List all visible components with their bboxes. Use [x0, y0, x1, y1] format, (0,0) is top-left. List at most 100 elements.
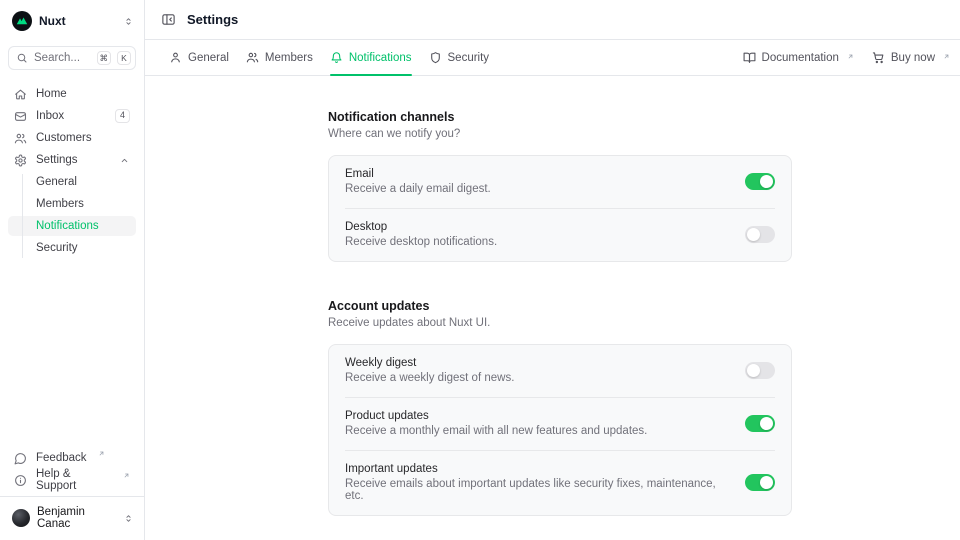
- sidebar-item-label: Home: [36, 88, 67, 100]
- setting-description: Receive a monthly email with all new fea…: [345, 425, 647, 437]
- search-icon: [16, 52, 28, 64]
- desktop-toggle[interactable]: [745, 226, 775, 243]
- section-description: Receive updates about Nuxt UI.: [328, 317, 792, 329]
- book-open-icon: [743, 51, 756, 64]
- shield-icon: [429, 51, 442, 64]
- tab-members[interactable]: Members: [246, 40, 313, 75]
- gear-icon: [14, 154, 27, 167]
- kbd-k: K: [117, 51, 131, 65]
- setting-label: Email: [345, 168, 491, 180]
- tab-general[interactable]: General: [169, 40, 229, 75]
- tab-label: General: [188, 52, 229, 64]
- sidebar-item-label: Inbox: [36, 110, 64, 122]
- notification-channels-section: Notification channels Where can we notif…: [328, 110, 792, 262]
- setting-text: Weekly digest Receive a weekly digest of…: [345, 357, 514, 384]
- workspace-name: Nuxt: [39, 14, 66, 28]
- external-link-icon: [98, 450, 105, 457]
- user-icon: [169, 51, 182, 64]
- sidebar-item-settings[interactable]: Settings: [8, 150, 136, 170]
- external-link-icon: [943, 53, 950, 60]
- settings-card: Weekly digest Receive a weekly digest of…: [328, 344, 792, 516]
- tab-notifications[interactable]: Notifications: [330, 40, 412, 75]
- settings-submenu: General Members Notifications Security: [8, 172, 136, 260]
- nuxt-logo-icon: [12, 11, 32, 31]
- account-updates-section: Account updates Receive updates about Nu…: [328, 299, 792, 516]
- weekly-digest-toggle[interactable]: [745, 362, 775, 379]
- tab-label: Security: [448, 52, 490, 64]
- setting-description: Receive a weekly digest of news.: [345, 372, 514, 384]
- chat-bubble-icon: [14, 452, 27, 465]
- settings-card: Email Receive a daily email digest. Desk…: [328, 155, 792, 262]
- setting-label: Product updates: [345, 410, 647, 422]
- buy-now-link[interactable]: Buy now: [872, 51, 950, 64]
- action-label: Documentation: [762, 52, 839, 64]
- sub-item-label: Security: [36, 242, 78, 254]
- external-link-icon: [847, 53, 854, 60]
- chevron-up-icon: [119, 155, 130, 166]
- setting-description: Receive a daily email digest.: [345, 183, 491, 195]
- setting-text: Email Receive a daily email digest.: [345, 168, 491, 195]
- setting-text: Desktop Receive desktop notifications.: [345, 221, 497, 248]
- documentation-link[interactable]: Documentation: [743, 51, 854, 64]
- home-icon: [14, 88, 27, 101]
- sidebar-item-customers[interactable]: Customers: [8, 128, 136, 148]
- important-updates-toggle[interactable]: [745, 474, 775, 491]
- inbox-icon: [14, 110, 27, 123]
- collapse-sidebar-button[interactable]: [161, 12, 176, 27]
- avatar: [12, 509, 30, 527]
- setting-description: Receive desktop notifications.: [345, 236, 497, 248]
- help-support-link[interactable]: Help & Support: [8, 470, 136, 490]
- sidebar-item-members[interactable]: Members: [8, 194, 136, 214]
- external-link-icon: [123, 472, 130, 479]
- section-title: Notification channels: [328, 110, 792, 124]
- workspace-selector[interactable]: Nuxt: [8, 9, 136, 33]
- chevrons-up-down-icon: [123, 16, 134, 27]
- divider: [0, 496, 144, 497]
- search-input[interactable]: Search... ⌘ K: [8, 46, 136, 70]
- tab-bar: General Members Notifications: [145, 40, 960, 76]
- tabs: General Members Notifications: [169, 40, 489, 75]
- shopping-cart-icon: [872, 51, 885, 64]
- sidebar-item-label: Feedback: [36, 452, 87, 464]
- settings-content: Notification channels Where can we notif…: [328, 76, 792, 516]
- page-title: Settings: [187, 12, 238, 27]
- sidebar: Nuxt Search... ⌘ K Home: [0, 0, 145, 540]
- setting-row-weekly-digest: Weekly digest Receive a weekly digest of…: [345, 345, 775, 397]
- product-updates-toggle[interactable]: [745, 415, 775, 432]
- sidebar-item-security[interactable]: Security: [8, 238, 136, 258]
- section-title: Account updates: [328, 299, 792, 313]
- setting-text: Important updates Receive emails about i…: [345, 463, 733, 502]
- kbd-cmd: ⌘: [97, 51, 112, 65]
- main-panel: Settings General Members: [145, 0, 960, 540]
- sidebar-footer: Feedback Help & Support Benjamin Canac: [8, 448, 136, 532]
- sidebar-item-home[interactable]: Home: [8, 84, 136, 104]
- action-label: Buy now: [891, 52, 935, 64]
- users-icon: [246, 51, 259, 64]
- setting-label: Desktop: [345, 221, 497, 233]
- sidebar-item-notifications[interactable]: Notifications: [8, 216, 136, 236]
- page-header: Settings: [145, 0, 960, 40]
- info-circle-icon: [14, 474, 27, 487]
- inbox-count-badge: 4: [115, 109, 130, 123]
- setting-text: Product updates Receive a monthly email …: [345, 410, 647, 437]
- setting-row-important-updates: Important updates Receive emails about i…: [345, 450, 775, 515]
- sidebar-item-general[interactable]: General: [8, 172, 136, 192]
- setting-label: Weekly digest: [345, 357, 514, 369]
- sidebar-item-inbox[interactable]: Inbox 4: [8, 106, 136, 126]
- section-description: Where can we notify you?: [328, 128, 792, 140]
- search-placeholder: Search...: [34, 52, 91, 64]
- email-toggle[interactable]: [745, 173, 775, 190]
- sidebar-item-label: Help & Support: [36, 468, 112, 492]
- setting-row-email: Email Receive a daily email digest.: [345, 156, 775, 208]
- tab-security[interactable]: Security: [429, 40, 490, 75]
- sidebar-nav: Home Inbox 4 Customers Settings: [8, 84, 136, 262]
- sidebar-item-label: Customers: [36, 132, 92, 144]
- feedback-link[interactable]: Feedback: [8, 448, 136, 468]
- app-window: Nuxt Search... ⌘ K Home: [0, 0, 960, 540]
- sub-item-label: Notifications: [36, 220, 99, 232]
- setting-row-product-updates: Product updates Receive a monthly email …: [345, 397, 775, 450]
- setting-description: Receive emails about important updates l…: [345, 478, 733, 502]
- setting-label: Important updates: [345, 463, 733, 475]
- tab-label: Notifications: [349, 52, 412, 64]
- user-menu[interactable]: Benjamin Canac: [8, 504, 136, 532]
